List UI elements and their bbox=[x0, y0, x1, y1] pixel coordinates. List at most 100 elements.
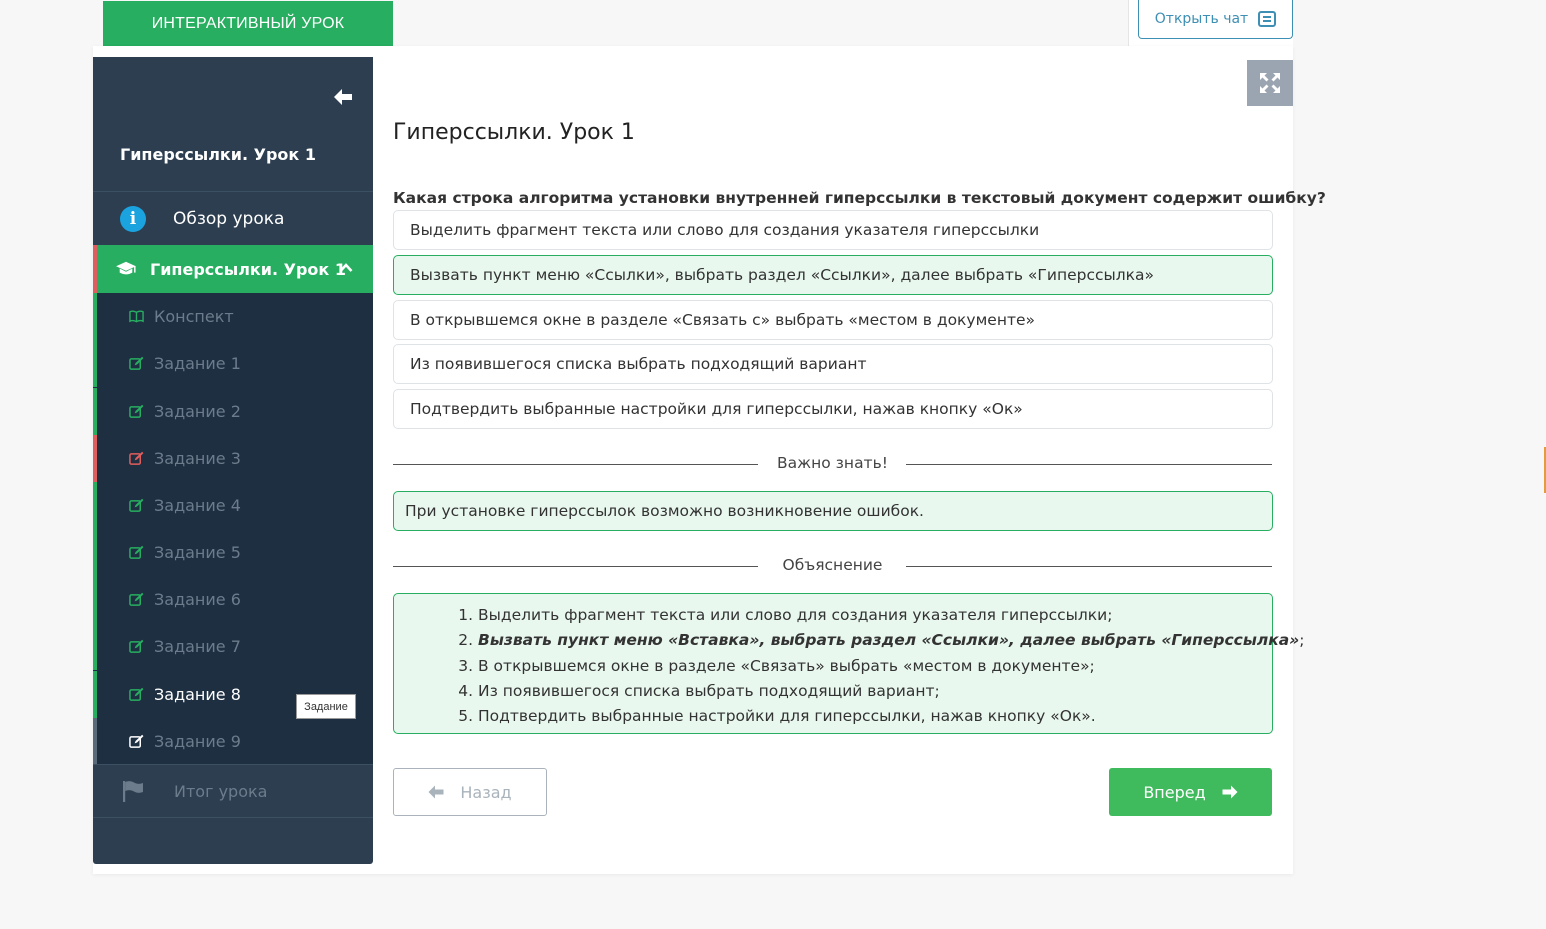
step-text: В открывшемся окне в разделе «Связать» в… bbox=[478, 656, 1095, 675]
answer-option-text: Из появившегося списка выбрать подходящи… bbox=[410, 355, 867, 373]
step-text: Подтвердить выбранные настройки для гипе… bbox=[478, 707, 1096, 726]
sidebar-item-task-3[interactable]: Задание 3 bbox=[93, 435, 373, 482]
task-label: Задание 9 bbox=[154, 732, 241, 751]
sidebar-lesson-title: Гиперссылки. Урок 1 bbox=[120, 145, 316, 164]
status-edge bbox=[93, 482, 97, 529]
task-label: Задание 7 bbox=[154, 637, 241, 656]
arrow-left-icon bbox=[428, 785, 444, 799]
arrow-right-icon bbox=[1222, 785, 1238, 799]
task-label: Задание 6 bbox=[154, 590, 241, 609]
answer-option-5[interactable]: Подтвердить выбранные настройки для гипе… bbox=[393, 389, 1273, 429]
sidebar-item-task-9[interactable]: Задание 9 bbox=[93, 718, 373, 765]
task-label: Задание 4 bbox=[154, 496, 241, 515]
sidebar-item-task-7[interactable]: Задание 7 bbox=[93, 623, 373, 670]
edit-icon bbox=[129, 592, 144, 606]
answer-option-1[interactable]: Выделить фрагмент текста или слово для с… bbox=[393, 210, 1273, 250]
status-edge bbox=[93, 340, 97, 387]
back-button[interactable]: Назад bbox=[393, 768, 547, 816]
answer-option-4[interactable]: Из появившегося списка выбрать подходящи… bbox=[393, 344, 1273, 384]
fullscreen-button[interactable] bbox=[1247, 60, 1293, 106]
divider-line bbox=[906, 566, 1272, 567]
task-label: Задание 1 bbox=[154, 354, 241, 373]
graduation-cap-icon bbox=[116, 261, 136, 275]
task-label: Задание 5 bbox=[154, 543, 241, 562]
edit-icon bbox=[129, 404, 144, 418]
sidebar: Гиперссылки. Урок 1 i Обзор урока Гиперс… bbox=[93, 57, 373, 864]
lesson-type-tab: ИНТЕРАКТИВНЫЙ УРОК bbox=[103, 1, 393, 47]
next-button[interactable]: Вперед bbox=[1109, 768, 1272, 816]
answer-option-text: Подтвердить выбранные настройки для гипе… bbox=[410, 400, 1023, 418]
step-text: Из появившегося списка выбрать подходящи… bbox=[478, 681, 940, 700]
back-button-label: Назад bbox=[460, 782, 512, 802]
status-edge bbox=[93, 576, 97, 623]
explanation-step: Из появившегося списка выбрать подходящи… bbox=[478, 679, 1305, 704]
info-icon: i bbox=[120, 206, 146, 232]
edit-icon bbox=[129, 639, 144, 653]
edit-icon bbox=[129, 734, 144, 748]
step-suffix: ; bbox=[1299, 631, 1305, 650]
explanation-step: Вызвать пункт меню «Вставка», выбрать ра… bbox=[478, 628, 1305, 653]
edit-icon bbox=[129, 687, 144, 701]
explanation-divider: Объяснение bbox=[393, 556, 1272, 576]
sidebar-item-task-6[interactable]: Задание 6 bbox=[93, 576, 373, 623]
explanation-step: Подтвердить выбранные настройки для гипе… bbox=[478, 704, 1305, 729]
task-label: Конспект bbox=[154, 307, 234, 326]
sidebar-item-summary[interactable]: Конспект bbox=[93, 293, 373, 340]
sidebar-item-overview[interactable]: i Обзор урока bbox=[93, 193, 373, 245]
answer-option-text: В открывшемся окне в разделе «Связать с»… bbox=[410, 311, 1036, 329]
status-edge bbox=[93, 529, 97, 576]
important-note-text: При установке гиперссылок возможно возни… bbox=[405, 502, 924, 520]
chat-icon bbox=[1258, 11, 1277, 27]
sidebar-item-label: Итог урока bbox=[174, 781, 268, 801]
step-text: Выделить фрагмент текста или слово для с… bbox=[478, 606, 1113, 624]
edit-icon bbox=[129, 356, 144, 370]
open-chat-button[interactable]: Открыть чат bbox=[1138, 0, 1293, 39]
answer-option-text: Вызвать пункт меню «Ссылки», выбрать раз… bbox=[410, 266, 1154, 284]
section-status-edge bbox=[93, 245, 97, 293]
expand-icon bbox=[1260, 73, 1280, 93]
status-edge bbox=[93, 623, 97, 670]
status-edge bbox=[93, 671, 97, 718]
sidebar-section-label: Гиперссылки. Урок 1 bbox=[150, 259, 346, 279]
edit-icon bbox=[129, 451, 144, 465]
sidebar-item-task-5[interactable]: Задание 5 bbox=[93, 529, 373, 576]
status-edge bbox=[93, 435, 97, 482]
chevron-up-icon[interactable] bbox=[339, 261, 353, 275]
sidebar-divider bbox=[93, 191, 373, 192]
sidebar-item-task-4[interactable]: Задание 4 bbox=[93, 482, 373, 529]
answer-option-2[interactable]: Вызвать пункт меню «Ссылки», выбрать раз… bbox=[393, 255, 1273, 295]
explanation-heading: Объяснение bbox=[782, 556, 883, 574]
open-chat-label: Открыть чат bbox=[1154, 11, 1249, 27]
task-label: Задание 3 bbox=[154, 449, 241, 468]
sidebar-item-result[interactable]: Итог урока bbox=[93, 765, 373, 817]
sidebar-divider bbox=[93, 817, 373, 818]
explanation-list: Выделить фрагмент текста или слово для с… bbox=[478, 603, 1305, 729]
task-label: Задание 8 bbox=[154, 685, 241, 704]
important-heading: Важно знать! bbox=[777, 454, 888, 472]
answer-option-3[interactable]: В открывшемся окне в разделе «Связать с»… bbox=[393, 300, 1273, 340]
sidebar-item-task-1[interactable]: Задание 1 bbox=[93, 340, 373, 387]
page-title: Гиперссылки. Урок 1 bbox=[393, 120, 635, 145]
explanation-box: Выделить фрагмент текста или слово для с… bbox=[393, 593, 1305, 734]
book-icon bbox=[129, 310, 144, 323]
status-edge bbox=[93, 388, 97, 435]
important-note: При установке гиперссылок возможно возни… bbox=[393, 491, 1273, 531]
edit-icon bbox=[129, 498, 144, 512]
divider-line bbox=[906, 464, 1272, 465]
sidebar-item-label: Обзор урока bbox=[173, 209, 285, 229]
task-tooltip: Задание bbox=[296, 694, 356, 719]
next-button-label: Вперед bbox=[1143, 782, 1206, 802]
answer-option-text: Выделить фрагмент текста или слово для с… bbox=[410, 221, 1040, 239]
edit-icon bbox=[129, 545, 144, 559]
question-text: Какая строка алгоритма установки внутрен… bbox=[393, 189, 1326, 207]
sidebar-item-task-2[interactable]: Задание 2 bbox=[93, 388, 373, 435]
collapse-sidebar-arrow-icon[interactable] bbox=[331, 85, 355, 109]
important-divider: Важно знать! bbox=[393, 454, 1272, 474]
status-edge bbox=[93, 293, 97, 340]
task-label: Задание 2 bbox=[154, 402, 241, 421]
status-edge bbox=[93, 718, 97, 765]
flag-icon bbox=[123, 781, 143, 802]
step-emphasis: Вызвать пункт меню «Вставка», выбрать ра… bbox=[478, 631, 1300, 650]
sidebar-section-lesson[interactable]: Гиперссылки. Урок 1 bbox=[93, 245, 373, 293]
explanation-step: Выделить фрагмент текста или слово для с… bbox=[478, 603, 1305, 628]
